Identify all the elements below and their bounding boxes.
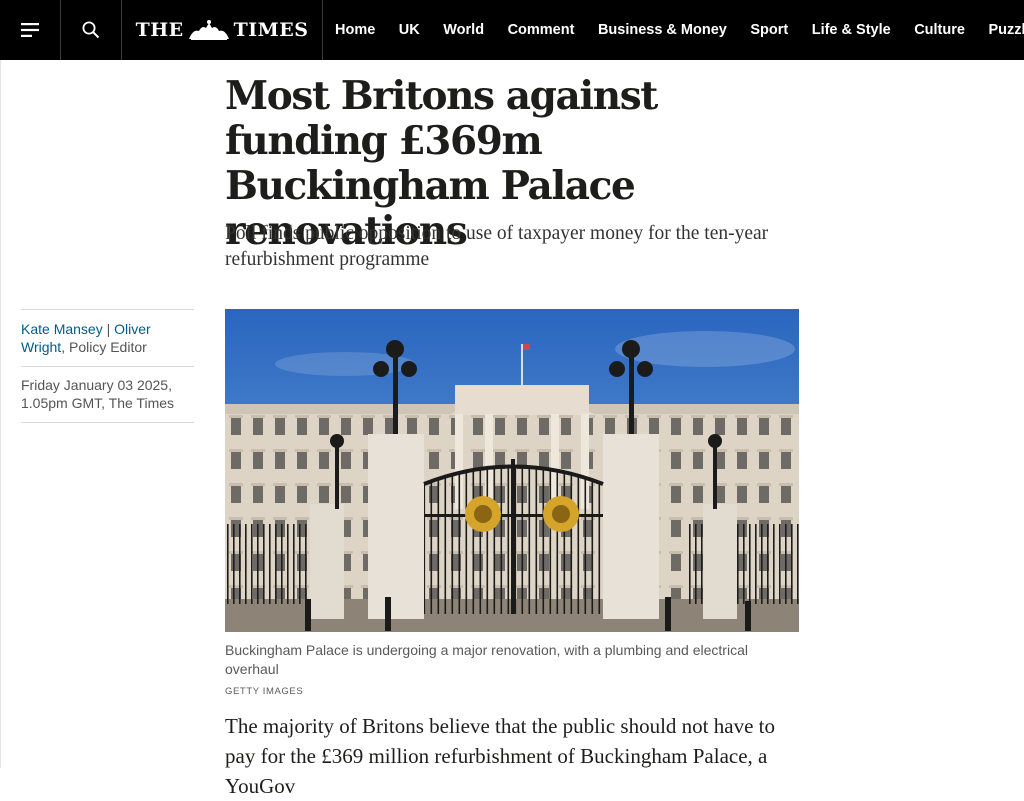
byline: Kate Mansey | Oliver Wright, Policy Edit… bbox=[21, 309, 194, 423]
author-role: , Policy Editor bbox=[61, 339, 147, 355]
logo-word-the: THE bbox=[135, 19, 184, 41]
article-standfirst: Poll finds public opposition to use of t… bbox=[225, 223, 769, 270]
logo-word-times: TIMES bbox=[233, 19, 309, 41]
hero-image-buckingham-palace[interactable] bbox=[225, 309, 799, 632]
nav-item-culture[interactable]: Culture bbox=[914, 22, 965, 38]
nav-item-business-money[interactable]: Business & Money bbox=[598, 22, 727, 38]
section-nav: Home UK World Comment Business & Money S… bbox=[323, 0, 1024, 60]
image-caption: Buckingham Palace is undergoing a major … bbox=[225, 642, 748, 677]
publish-date: Friday January 03 2025, 1.05pm GMT, The … bbox=[21, 367, 194, 423]
menu-button[interactable] bbox=[0, 0, 61, 60]
nav-item-comment[interactable]: Comment bbox=[508, 22, 575, 38]
nav-item-world[interactable]: World bbox=[443, 22, 484, 38]
search-button[interactable] bbox=[61, 0, 122, 60]
image-credit: GETTY IMAGES bbox=[225, 686, 304, 697]
hamburger-menu-icon bbox=[21, 23, 39, 37]
article-body-paragraph: The majority of Britons believe that the… bbox=[225, 714, 775, 798]
search-icon bbox=[82, 21, 100, 39]
nav-item-uk[interactable]: UK bbox=[399, 22, 420, 38]
top-navigation-bar: THE TIMES Home UK World Comment Business… bbox=[0, 0, 1024, 60]
nav-item-home[interactable]: Home bbox=[335, 22, 375, 38]
byline-separator: | bbox=[106, 321, 111, 337]
the-times-logo[interactable]: THE TIMES bbox=[122, 0, 323, 60]
nav-item-sport[interactable]: Sport bbox=[750, 22, 788, 38]
byline-authors: Kate Mansey | Oliver Wright, Policy Edit… bbox=[21, 310, 194, 367]
page-edge-divider bbox=[0, 60, 1, 768]
royal-crest-icon bbox=[188, 20, 229, 40]
nav-item-puzzles[interactable]: Puzzles bbox=[988, 22, 1024, 38]
nav-item-life-style[interactable]: Life & Style bbox=[812, 22, 891, 38]
author-link-kate-mansey[interactable]: Kate Mansey bbox=[21, 321, 103, 337]
